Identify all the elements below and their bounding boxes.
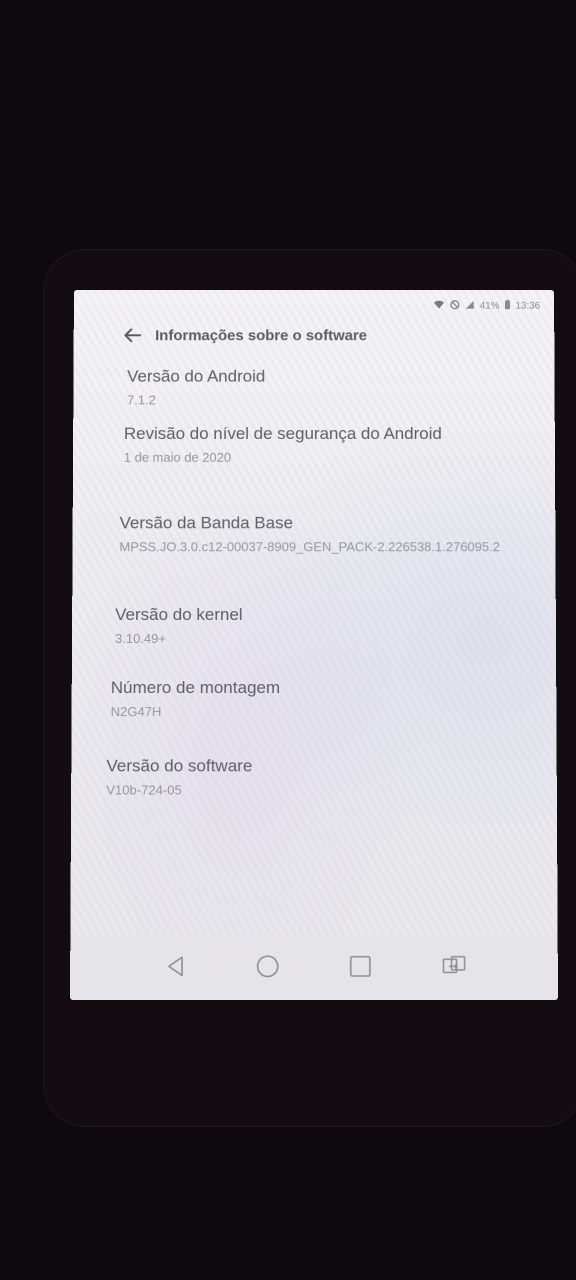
mute-icon bbox=[450, 299, 460, 312]
list-item-android-version[interactable]: Versão do Android 7.1.2 bbox=[127, 365, 543, 410]
dual-window-icon[interactable] bbox=[439, 951, 469, 981]
item-value: MPSS.JO.3.0.c12-00037-8909_GEN_PACK-2.22… bbox=[119, 539, 500, 555]
item-title: Versão do Android bbox=[127, 366, 266, 386]
item-title: Versão do software bbox=[106, 756, 253, 776]
signal-icon bbox=[465, 299, 475, 312]
item-value: 3.10.49+ bbox=[114, 631, 167, 646]
list-item-software-version[interactable]: Versão do software V10b-724-05 bbox=[106, 754, 545, 800]
navigation-bar bbox=[69, 934, 559, 1000]
page-title: Informações sobre o software bbox=[155, 326, 368, 344]
item-title: Número de montagem bbox=[110, 678, 281, 698]
list-item-baseband-version[interactable]: Versão da Banda Base MPSS.JO.3.0.c12-000… bbox=[119, 511, 514, 557]
item-value: V10b-724-05 bbox=[106, 782, 182, 798]
wifi-icon bbox=[433, 299, 445, 312]
back-arrow-icon[interactable] bbox=[117, 320, 147, 350]
app-bar: Informações sobre o software bbox=[119, 320, 544, 352]
status-bar: 41% 13:36 bbox=[433, 298, 540, 314]
item-value: N2G47H bbox=[110, 704, 162, 720]
back-icon[interactable] bbox=[161, 951, 191, 981]
list-item-build-number[interactable]: Número de montagem N2G47H bbox=[111, 676, 545, 722]
recents-icon[interactable] bbox=[345, 951, 375, 981]
item-title: Revisão do nível de segurança do Android bbox=[123, 424, 442, 443]
home-icon[interactable] bbox=[253, 951, 283, 981]
battery-icon bbox=[504, 299, 510, 312]
phone-screen: 41% 13:36 Informações sobre o software V… bbox=[69, 289, 559, 1000]
status-time: 13:36 bbox=[515, 300, 541, 312]
item-value: 7.1.2 bbox=[127, 392, 156, 408]
battery-percent: 41% bbox=[479, 300, 500, 312]
list-item-security-patch[interactable]: Revisão do nível de segurança do Android… bbox=[124, 422, 443, 468]
item-title: Versão do kernel bbox=[115, 605, 243, 625]
item-title: Versão da Banda Base bbox=[119, 513, 293, 533]
list-item-kernel-version[interactable]: Versão do kernel 3.10.49+ bbox=[115, 603, 544, 649]
item-value: 1 de maio de 2020 bbox=[123, 449, 232, 465]
